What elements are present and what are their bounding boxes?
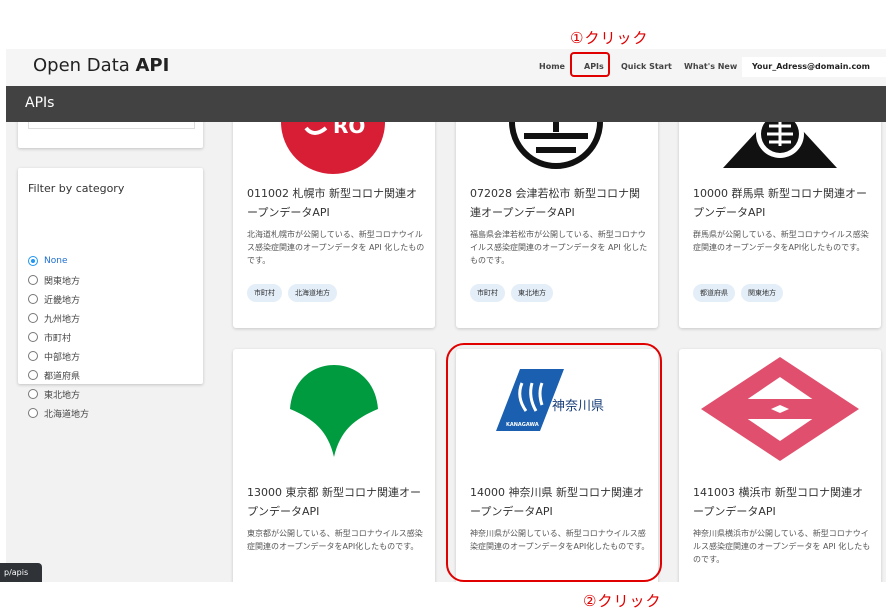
filter-option-chubu[interactable]: 中部地方 xyxy=(28,349,80,363)
nav-quick-start-link[interactable]: Quick Start xyxy=(621,62,672,71)
filter-option-none[interactable]: None xyxy=(28,254,67,268)
tokyo-ginkgo-icon xyxy=(290,365,378,457)
nav-home-link[interactable]: Home xyxy=(539,62,565,71)
filter-option-prefecture[interactable]: 都道府県 xyxy=(28,368,80,382)
tag-chip[interactable]: 市町村 xyxy=(247,284,282,302)
page-title-bar: APIs xyxy=(6,86,886,122)
radio-icon[interactable] xyxy=(28,351,38,361)
card-title[interactable]: 10000 群馬県 新型コロナ関連オープンデータAPI xyxy=(693,184,873,222)
annotation-step-2: ②クリック xyxy=(583,592,662,610)
card-tags: 市町村 北海道地方 xyxy=(247,284,337,302)
annotation-highlight-kanagawa xyxy=(446,343,662,582)
api-card-gunma[interactable]: 10000 群馬県 新型コロナ関連オープンデータAPI 群馬県が公開している、新… xyxy=(679,122,881,328)
filter-option-municipality[interactable]: 市町村 xyxy=(28,330,71,344)
top-navbar: Open Data API Home APIs Quick Start What… xyxy=(6,49,886,86)
search-card xyxy=(18,122,203,148)
gunma-emblem-icon xyxy=(723,122,837,168)
card-tags: 都道府県 関東地方 xyxy=(693,284,783,302)
radio-selected-icon[interactable] xyxy=(28,256,38,266)
radio-icon[interactable] xyxy=(28,275,38,285)
radio-icon[interactable] xyxy=(28,294,38,304)
card-description: 東京都が公開している、新型コロナウイルス感染症関連のオープンデータをAPI化した… xyxy=(247,529,423,551)
radio-icon[interactable] xyxy=(28,332,38,342)
page-title: APIs xyxy=(25,95,55,111)
sapporo-logo-text: RO xyxy=(333,122,366,138)
status-url-bar: p/apis xyxy=(0,563,42,582)
card-title[interactable]: 141003 横浜市 新型コロナ関連オープンデータAPI xyxy=(693,483,873,521)
radio-icon[interactable] xyxy=(28,370,38,380)
api-card-tokyo[interactable]: 13000 東京都 新型コロナ関連オープンデータAPI 東京都が公開している、新… xyxy=(233,349,435,582)
search-input[interactable] xyxy=(28,122,195,129)
nav-apis-link[interactable]: APIs xyxy=(584,62,604,71)
brand-logo[interactable]: Open Data API xyxy=(33,55,169,76)
annotation-step-1: ①クリック xyxy=(570,29,649,47)
filter-option-tohoku[interactable]: 東北地方 xyxy=(28,387,80,401)
filter-option-kanto[interactable]: 関東地方 xyxy=(28,273,80,287)
radio-icon[interactable] xyxy=(28,408,38,418)
card-description: 群馬県が公開している、新型コロナウイルス感染症関連のオープンデータをAPI化した… xyxy=(693,230,869,252)
card-tags: 市町村 東北地方 xyxy=(470,284,553,302)
yokohama-emblem-icon xyxy=(701,357,859,461)
filter-title: Filter by category xyxy=(28,182,125,195)
nav-whats-new-link[interactable]: What's New xyxy=(684,62,737,71)
api-card-yokohama[interactable]: 141003 横浜市 新型コロナ関連オープンデータAPI 神奈川県横浜市が公開し… xyxy=(679,349,881,582)
filter-panel: Filter by category None 関東地方 近畿地方 九州地方 市… xyxy=(18,168,203,420)
card-description: 福島県会津若松市が公開している、新型コロナウイルス感染症関連のオープンデータを … xyxy=(470,230,648,265)
tag-chip[interactable]: 市町村 xyxy=(470,284,505,302)
tag-chip[interactable]: 北海道地方 xyxy=(288,284,337,302)
filter-option-hokkaido[interactable]: 北海道地方 xyxy=(28,406,89,420)
card-description: 神奈川県横浜市が公開している、新型コロナウイルス感染症関連のオープンデータを A… xyxy=(693,529,871,564)
tag-chip[interactable]: 都道府県 xyxy=(693,284,735,302)
tag-chip[interactable]: 関東地方 xyxy=(741,284,783,302)
radio-icon[interactable] xyxy=(28,313,38,323)
user-email-menu[interactable]: Your_Adress@domain.com xyxy=(742,57,886,77)
filter-option-kyushu[interactable]: 九州地方 xyxy=(28,311,80,325)
card-title[interactable]: 13000 東京都 新型コロナ関連オープンデータAPI xyxy=(247,483,427,521)
api-card-aizuwakamatsu[interactable]: 072028 会津若松市 新型コロナ関連オープンデータAPI 福島県会津若松市が… xyxy=(456,122,658,328)
card-description: 北海道札幌市が公開している、新型コロナウイルス感染症関連のオープンデータを AP… xyxy=(247,230,425,265)
aizuwakamatsu-emblem-icon xyxy=(509,122,603,169)
api-card-sapporo[interactable]: RO 011002 札幌市 新型コロナ関連オープンデータAPI 北海道札幌市が公… xyxy=(233,122,435,328)
card-title[interactable]: 011002 札幌市 新型コロナ関連オープンデータAPI xyxy=(247,184,427,222)
card-title[interactable]: 072028 会津若松市 新型コロナ関連オープンデータAPI xyxy=(470,184,650,222)
radio-icon[interactable] xyxy=(28,389,38,399)
tag-chip[interactable]: 東北地方 xyxy=(511,284,553,302)
filter-option-kinki[interactable]: 近畿地方 xyxy=(28,292,80,306)
